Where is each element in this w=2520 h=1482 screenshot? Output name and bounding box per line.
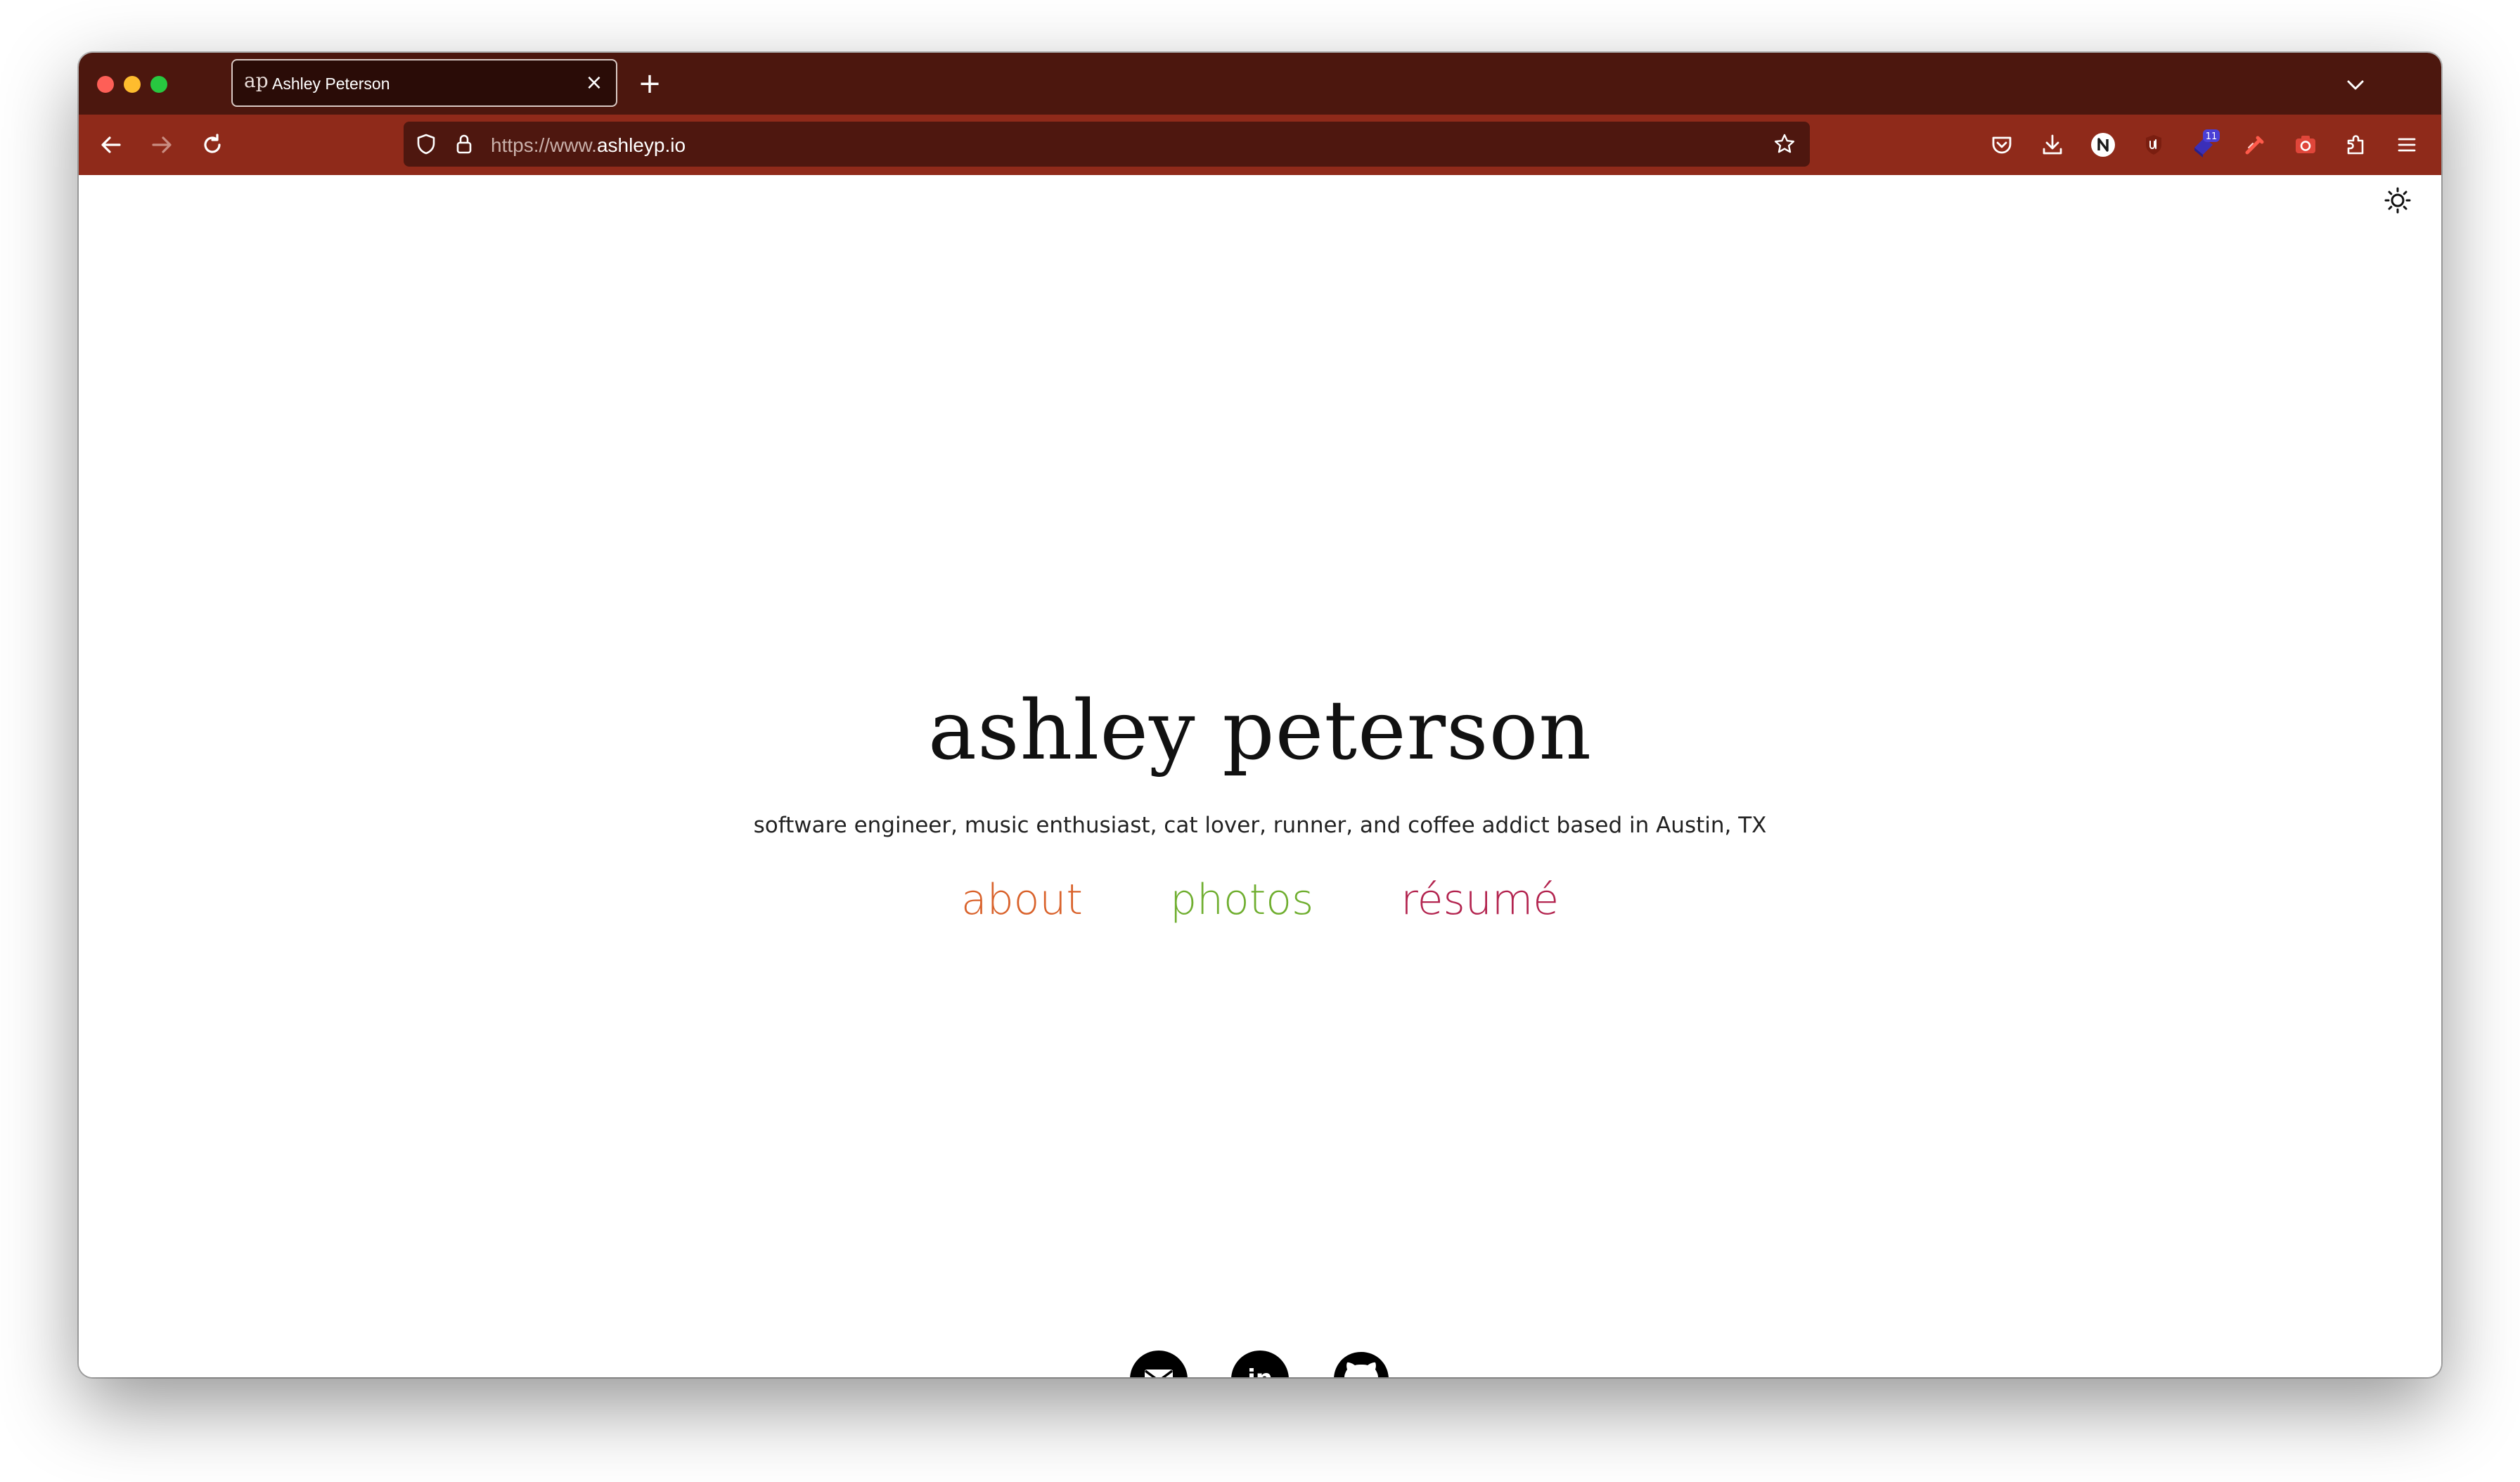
maximize-window-button[interactable]: [150, 76, 167, 93]
svg-text:in: in: [1247, 1365, 1273, 1377]
github-icon[interactable]: [1332, 1351, 1390, 1377]
ublock-extension-icon[interactable]: [2138, 129, 2169, 160]
reload-icon[interactable]: [197, 129, 228, 160]
sun-icon[interactable]: [2384, 186, 2412, 214]
tab-close-icon[interactable]: ×: [582, 71, 606, 95]
email-icon[interactable]: [1130, 1351, 1188, 1377]
tab-strip: ap Ashley Peterson × +: [79, 53, 2441, 115]
site-tagline: software engineer, music enthusiast, cat…: [753, 813, 1767, 838]
minimize-window-button[interactable]: [124, 76, 141, 93]
site-nav: about photos résumé: [79, 875, 2441, 924]
download-icon[interactable]: [2037, 129, 2068, 160]
shield-icon[interactable]: [413, 131, 439, 157]
menu-icon[interactable]: [2391, 129, 2422, 160]
pocket-icon[interactable]: [1986, 129, 2017, 160]
url-scheme: https://www.: [491, 134, 597, 156]
notion-extension-icon[interactable]: [2088, 129, 2119, 160]
badge-count: 11: [2206, 131, 2218, 142]
url-domain: ashleyp.io: [596, 134, 686, 156]
tab-favicon: ap: [244, 69, 269, 92]
color-picker-extension-icon[interactable]: [2239, 129, 2270, 160]
browser-window: ap Ashley Peterson × + https://www.ashle…: [79, 53, 2441, 1377]
nav-link-resume[interactable]: résumé: [1401, 875, 1559, 924]
close-window-button[interactable]: [97, 76, 114, 93]
url-text[interactable]: https://www.ashleyp.io: [491, 134, 686, 157]
new-tab-button[interactable]: +: [634, 68, 665, 99]
address-bar[interactable]: https://www.ashleyp.io: [404, 122, 1810, 167]
social-links: in: [79, 1351, 2441, 1377]
lock-icon[interactable]: [451, 131, 477, 157]
site-title: ashley peterson: [927, 683, 1593, 778]
navigation-toolbar: https://www.ashleyp.io 11: [79, 115, 2441, 175]
tab-title: Ashley Peterson: [272, 75, 390, 93]
linkedin-icon[interactable]: in: [1231, 1351, 1289, 1377]
tab-active[interactable]: ap Ashley Peterson ×: [231, 59, 617, 107]
extension-badge-icon[interactable]: 11: [2189, 129, 2220, 160]
page-content: ashley peterson software engineer, music…: [79, 175, 2441, 1377]
screenshot-extension-icon[interactable]: [2290, 129, 2321, 160]
back-icon[interactable]: [96, 129, 127, 160]
nav-link-about[interactable]: about: [961, 875, 1083, 924]
bookmark-star-icon[interactable]: [1772, 131, 1797, 157]
chevron-down-icon[interactable]: [2340, 70, 2371, 101]
nav-link-photos[interactable]: photos: [1170, 875, 1313, 924]
forward-icon[interactable]: [146, 129, 177, 160]
extensions-icon[interactable]: [2341, 129, 2372, 160]
